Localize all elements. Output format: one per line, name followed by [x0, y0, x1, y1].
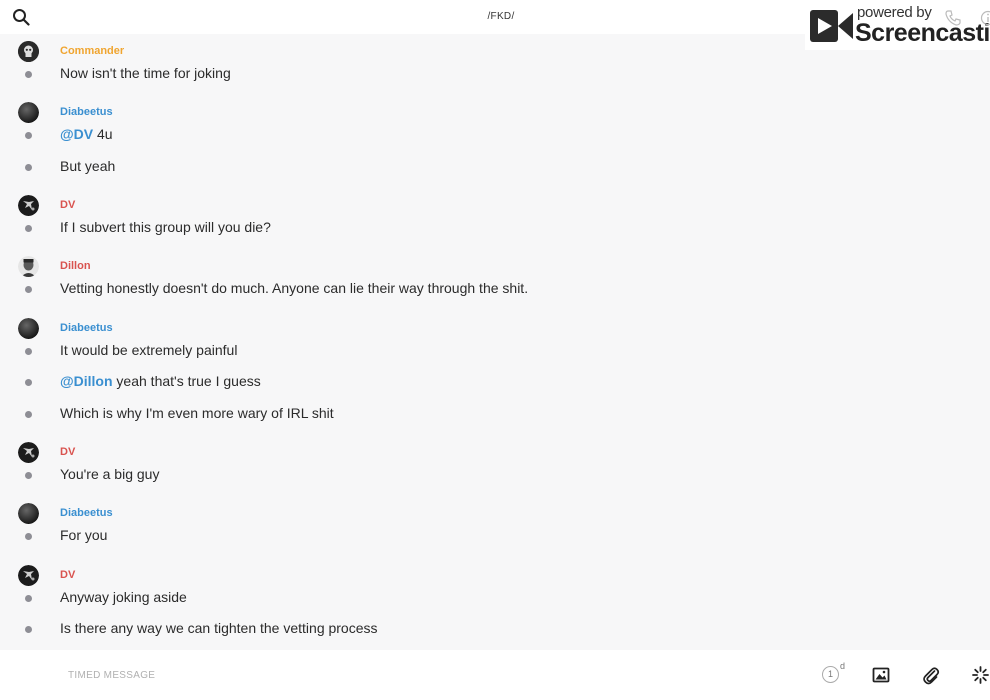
- sender-name[interactable]: Commander: [60, 45, 124, 57]
- avatar[interactable]: [18, 565, 39, 586]
- loading-spinner-icon[interactable]: [971, 665, 990, 685]
- message-item: You're a big guy: [0, 464, 990, 486]
- message-text: @Dillon yeah that's true I guess: [60, 373, 261, 389]
- avatar-image: [18, 195, 39, 216]
- image-icon[interactable]: [872, 666, 890, 684]
- message-item: @DV 4u: [0, 124, 990, 146]
- message-list: Commander Now isn't the time for joking …: [0, 34, 990, 650]
- message-dot: [25, 286, 32, 293]
- message-text: Vetting honestly doesn't do much. Anyone…: [60, 280, 529, 296]
- message-dot: [25, 595, 32, 602]
- message-item: Is there any way we can tighten the vett…: [0, 618, 990, 640]
- message-dot: [25, 225, 32, 232]
- avatar[interactable]: [18, 503, 39, 524]
- message-dot: [25, 379, 32, 386]
- message-text: But yeah: [60, 158, 116, 174]
- message-item: @Dillon yeah that's true I guess: [0, 371, 990, 393]
- composer-bar: 1 d: [0, 650, 990, 700]
- message-dot: [25, 164, 32, 171]
- message-text: Anyway joking aside: [60, 589, 187, 605]
- message-text: It would be extremely painful: [60, 342, 238, 358]
- message-text: @DV 4u: [60, 126, 113, 142]
- paperclip-icon[interactable]: [922, 665, 940, 685]
- message-text-rest: yeah that's true I guess: [112, 373, 261, 389]
- timer-value: 1: [822, 666, 839, 683]
- sender-name[interactable]: Diabeetus: [60, 322, 113, 334]
- avatar[interactable]: [18, 256, 39, 277]
- sender-name[interactable]: DV: [60, 569, 75, 581]
- avatar-image: [18, 565, 39, 586]
- message-dot: [25, 71, 32, 78]
- message-dot: [25, 533, 32, 540]
- message-item: Now isn't the time for joking: [0, 63, 990, 85]
- message-dot: [25, 411, 32, 418]
- avatar[interactable]: [18, 41, 39, 62]
- mention-link[interactable]: @Dillon: [60, 373, 113, 389]
- sender-name[interactable]: DV: [60, 199, 75, 211]
- avatar-image: [18, 41, 39, 62]
- message-text: Is there any way we can tighten the vett…: [60, 620, 378, 636]
- avatar[interactable]: [18, 318, 39, 339]
- message-item: For you: [0, 525, 990, 547]
- avatar-image: [18, 102, 39, 123]
- message-dot: [25, 472, 32, 479]
- message-item: Which is why I'm even more wary of IRL s…: [0, 403, 990, 425]
- sender-name[interactable]: Diabeetus: [60, 507, 113, 519]
- avatar[interactable]: [18, 102, 39, 123]
- mention-link[interactable]: @DV: [60, 126, 93, 142]
- message-item: It would be extremely painful: [0, 340, 990, 362]
- sender-name[interactable]: Diabeetus: [60, 106, 113, 118]
- message-item: If I subvert this group will you die?: [0, 217, 990, 239]
- message-dot: [25, 132, 32, 139]
- message-text: Now isn't the time for joking: [60, 65, 231, 81]
- avatar-image: [18, 318, 39, 339]
- message-dot: [25, 348, 32, 355]
- sender-name[interactable]: Dillon: [60, 260, 91, 272]
- avatar-image: [18, 442, 39, 463]
- message-text: For you: [60, 527, 108, 543]
- avatar-image: [18, 256, 39, 277]
- message-text-rest: 4u: [93, 126, 113, 142]
- avatar[interactable]: [18, 442, 39, 463]
- message-item: Vetting honestly doesn't do much. Anyone…: [0, 278, 990, 300]
- avatar-image: [18, 503, 39, 524]
- expiration-timer-button[interactable]: 1 d: [820, 661, 848, 687]
- timed-message-input[interactable]: [60, 664, 676, 686]
- phone-icon[interactable]: [945, 10, 961, 26]
- message-text: Which is why I'm even more wary of IRL s…: [60, 405, 334, 421]
- message-text: You're a big guy: [60, 466, 160, 482]
- avatar[interactable]: [18, 195, 39, 216]
- message-item: But yeah: [0, 156, 990, 178]
- timer-unit: d: [840, 661, 846, 671]
- message-item: Anyway joking aside: [0, 587, 990, 609]
- info-icon[interactable]: [980, 10, 990, 26]
- sender-name[interactable]: DV: [60, 446, 75, 458]
- message-text: If I subvert this group will you die?: [60, 219, 271, 235]
- message-dot: [25, 626, 32, 633]
